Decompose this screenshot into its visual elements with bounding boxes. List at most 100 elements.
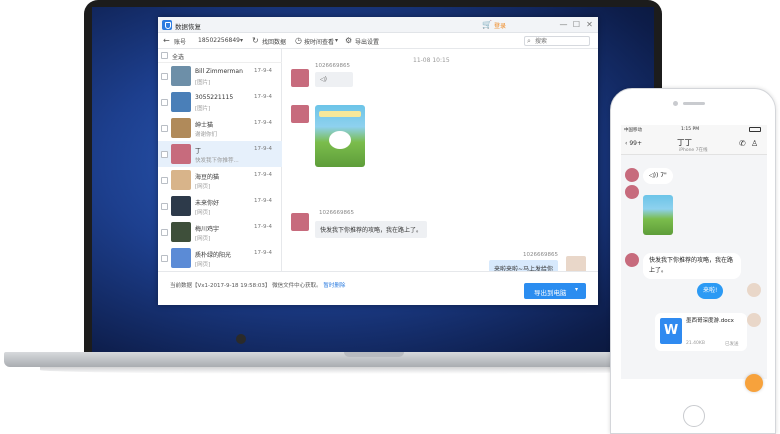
minimize-button[interactable]: — bbox=[558, 19, 569, 30]
title-bar: 数据恢复 🛒 登录 — ☐ ✕ bbox=[158, 17, 598, 33]
export-settings-button[interactable]: 导出设置 bbox=[355, 37, 379, 46]
contact-checkbox[interactable] bbox=[161, 125, 168, 132]
clock-icon[interactable]: ◷ bbox=[295, 36, 302, 45]
contact-checkbox[interactable] bbox=[161, 255, 168, 262]
gear-icon[interactable]: ⚙ bbox=[345, 36, 352, 45]
contact-list: 全选 Bill Zimmerman [图片] 17-9-4 3055221115 [图片… bbox=[158, 49, 282, 271]
contact-row[interactable]: 绅士猫谢谢你们 17-9-4 bbox=[158, 115, 282, 141]
chevron-down-icon[interactable]: ▾ bbox=[240, 36, 243, 45]
contact-row[interactable]: Bill Zimmerman [图片] 17-9-4 bbox=[158, 63, 282, 89]
chat-panel: 11-08 10:15 1026669865 ◁) 1026669865 快发我… bbox=[283, 49, 598, 277]
laptop-camera bbox=[236, 334, 246, 344]
word-file-icon: W bbox=[660, 318, 682, 344]
file-size: 21.40KB bbox=[686, 341, 705, 346]
contact-row[interactable]: 梅川鸡宇 [网页] 17-9-4 bbox=[158, 219, 282, 245]
user-icon[interactable]: ♙ bbox=[751, 139, 758, 148]
contact-row[interactable]: 质朴绿的阳光 [网页] 17-9-4 bbox=[158, 245, 282, 271]
refresh-icon[interactable]: ↻ bbox=[252, 36, 259, 45]
contact-row[interactable]: 未来你好 [网页] 17-9-4 bbox=[158, 193, 282, 219]
account-select[interactable]: 18502256849 bbox=[198, 37, 240, 44]
select-all-checkbox[interactable] bbox=[161, 52, 168, 59]
avatar bbox=[625, 185, 639, 199]
contact-checkbox[interactable] bbox=[161, 229, 168, 236]
avatar bbox=[291, 213, 309, 231]
avatar bbox=[171, 118, 191, 138]
contact-name: 梅川鸡宇 bbox=[195, 226, 220, 233]
contact-last-message: [网页] bbox=[195, 236, 211, 242]
app-title: 数据恢复 bbox=[175, 23, 201, 31]
contact-checkbox[interactable] bbox=[161, 99, 168, 106]
sticker-image[interactable] bbox=[315, 105, 365, 167]
phone-call-icon[interactable]: ✆ bbox=[739, 139, 746, 148]
search-icon: ⌕ bbox=[527, 37, 531, 45]
upgrade-link[interactable]: 登录 bbox=[494, 21, 506, 30]
contact-row[interactable]: 3055221115 [图片] 17-9-4 bbox=[158, 89, 282, 115]
export-to-pc-button[interactable]: 导出到电脑 ▾ bbox=[524, 283, 586, 299]
contact-last-message: [图片] bbox=[195, 106, 211, 112]
search-box[interactable]: ⌕ bbox=[524, 36, 590, 46]
text-message[interactable]: 快发我下你推荐的攻略，我在路上了。 bbox=[315, 221, 428, 238]
contact-last-message: 快发我下你推荐... bbox=[195, 158, 239, 164]
contact-date: 17-9-4 bbox=[254, 172, 272, 178]
contact-checkbox[interactable] bbox=[161, 203, 168, 210]
contact-row[interactable]: 海豆的猫 [网页] 17-9-4 bbox=[158, 167, 282, 193]
chevron-down-icon[interactable]: ▾ bbox=[335, 36, 338, 45]
contact-last-message: [网页] bbox=[195, 184, 211, 190]
sticker-image[interactable] bbox=[643, 195, 673, 235]
avatar bbox=[171, 170, 191, 190]
chat-subtitle: iPhone 7在线 bbox=[679, 148, 708, 153]
select-all-row[interactable]: 全选 bbox=[158, 49, 282, 63]
carrier-label: 中国移动 bbox=[624, 128, 642, 133]
contact-date: 17-9-4 bbox=[254, 120, 272, 126]
contact-checkbox[interactable] bbox=[161, 177, 168, 184]
voice-message[interactable]: ◁)) 7" bbox=[643, 168, 673, 184]
view-by-time-button[interactable]: 按时间查看 bbox=[304, 37, 334, 46]
export-label: 导出到电脑 bbox=[534, 289, 567, 297]
message-sender: 1026669865 bbox=[523, 252, 558, 258]
back-arrow-icon[interactable]: ← bbox=[163, 36, 170, 45]
app-badge-icon bbox=[745, 374, 763, 392]
contact-checkbox[interactable] bbox=[161, 151, 168, 158]
close-button[interactable]: ✕ bbox=[584, 19, 595, 30]
text-message[interactable]: 快发我下你推荐的攻略，我在路上了。 bbox=[643, 253, 741, 279]
file-message[interactable]: W 墨西哥深度游.docx 21.40KB 已发送 bbox=[655, 313, 747, 351]
contact-last-message: [网页] bbox=[195, 262, 211, 268]
contact-name: 海豆的猫 bbox=[195, 174, 220, 181]
my-text-message[interactable]: 来啦! bbox=[697, 283, 724, 299]
home-button[interactable] bbox=[683, 405, 705, 427]
avatar bbox=[171, 248, 191, 268]
avatar bbox=[171, 92, 191, 112]
avatar bbox=[171, 222, 191, 242]
cart-icon[interactable]: 🛒 bbox=[482, 20, 492, 29]
sticker-figure bbox=[329, 131, 351, 149]
app-window: 数据恢复 🛒 登录 — ☐ ✕ ← 账号 18502256849 ▾ ↻ 找回数… bbox=[158, 17, 598, 305]
avatar bbox=[625, 253, 639, 267]
file-status: 已发送 bbox=[725, 342, 739, 347]
voice-message[interactable]: ◁) bbox=[315, 72, 353, 87]
sticker-banner bbox=[319, 111, 361, 117]
contact-last-message: [图片] bbox=[195, 80, 211, 86]
avatar bbox=[171, 66, 191, 86]
avatar bbox=[291, 69, 309, 87]
back-button[interactable]: ‹ 99+ bbox=[625, 140, 642, 147]
my-avatar bbox=[747, 283, 761, 297]
contact-name: 绅士猫 bbox=[195, 122, 214, 129]
contact-checkbox[interactable] bbox=[161, 73, 168, 80]
status-link[interactable]: 暂时删除 bbox=[323, 283, 345, 289]
laptop-shadow bbox=[40, 366, 700, 374]
file-name: 墨西哥深度游.docx bbox=[686, 318, 734, 324]
avatar bbox=[171, 144, 191, 164]
avatar bbox=[171, 196, 191, 216]
contact-last-message: 谢谢你们 bbox=[195, 132, 218, 138]
search-input[interactable] bbox=[535, 37, 589, 45]
unread-count: 99+ bbox=[629, 140, 642, 147]
contact-date: 17-9-4 bbox=[254, 146, 272, 152]
contact-date: 17-9-4 bbox=[254, 250, 272, 256]
status-message: 当前数据【Vx1-2017-9-18 19:58:03】 微信文件中心获取。 bbox=[170, 283, 322, 289]
chevron-down-icon[interactable]: ▾ bbox=[575, 286, 578, 293]
maximize-button[interactable]: ☐ bbox=[571, 19, 582, 30]
recover-data-button[interactable]: 找回数据 bbox=[262, 37, 286, 46]
contact-row[interactable]: 丁快发我下你推荐... 17-9-4 bbox=[158, 141, 282, 167]
phone: 中国移动 1:15 PM ‹ 99+ 丁丁 iPhone 7在线 ✆ ♙ ◁))… bbox=[610, 88, 776, 434]
contact-name: 3055221115 bbox=[195, 94, 234, 101]
